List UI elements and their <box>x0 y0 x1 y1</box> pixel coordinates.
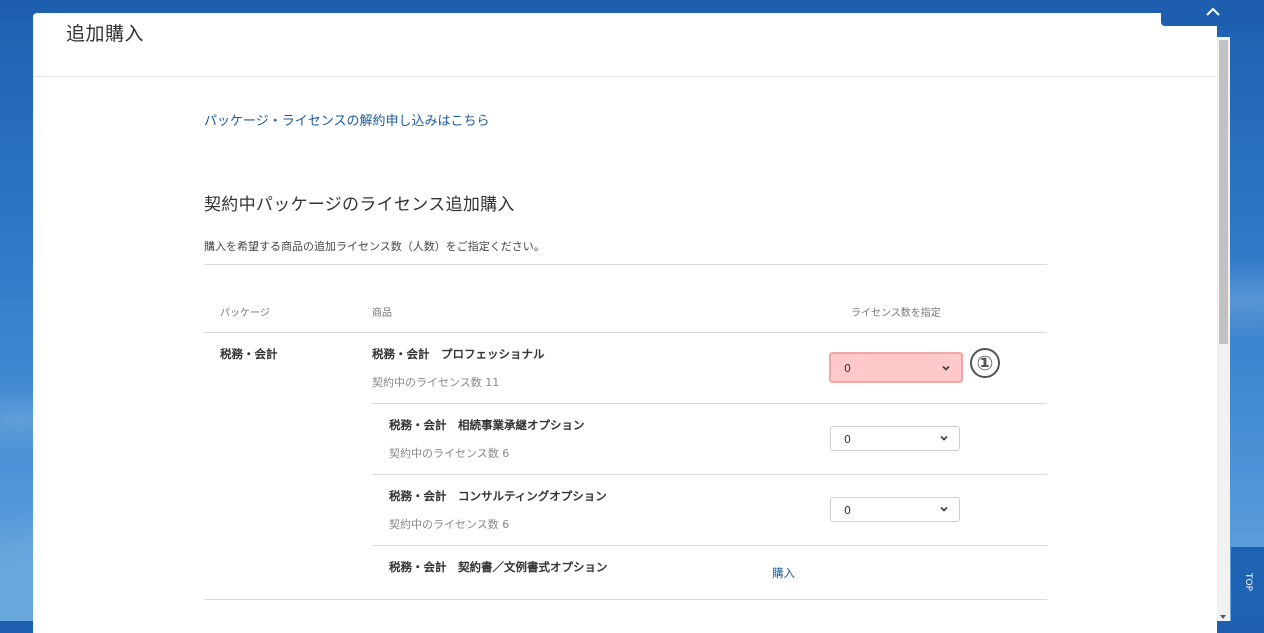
package-name: 税務・会計 <box>220 347 278 361</box>
scroll-down-arrow-icon[interactable] <box>1220 615 1226 619</box>
main-card: 追加購入 パッケージ・ライセンスの解約申し込みはこちら 契約中パッケージのライセ… <box>33 13 1217 633</box>
page-title: 追加購入 <box>66 23 145 45</box>
cancel-license-link[interactable]: パッケージ・ライセンスの解約申し込みはこちら <box>204 110 489 129</box>
divider <box>372 474 1047 475</box>
back-to-top-label: TOP <box>1243 572 1254 592</box>
chevron-down-icon <box>940 506 948 512</box>
product-name: 税務・会計 コンサルティングオプション <box>389 489 607 503</box>
contracted-license-count: 契約中のライセンス数 6 <box>389 447 510 460</box>
header-license: ライセンス数を指定 <box>851 308 941 319</box>
divider <box>204 332 1047 333</box>
vertical-scrollbar[interactable] <box>1217 37 1230 621</box>
chevron-down-icon <box>942 365 950 371</box>
section-description: 購入を希望する商品の追加ライセンス数（人数）をご指定ください。 <box>204 240 545 253</box>
license-count-select[interactable]: 0 <box>829 352 963 383</box>
chevron-up-icon <box>1206 7 1220 16</box>
contracted-license-count: 契約中のライセンス数 6 <box>389 518 510 531</box>
product-name: 税務・会計 プロフェッショナル <box>372 347 545 361</box>
select-value: 0 <box>844 433 851 446</box>
divider <box>372 545 1047 546</box>
select-value: 0 <box>844 362 851 375</box>
chevron-down-icon <box>940 435 948 441</box>
header-product: 商品 <box>372 308 392 319</box>
select-value: 0 <box>844 504 851 517</box>
scrollbar-thumb[interactable] <box>1219 40 1228 344</box>
contracted-license-count: 契約中のライセンス数 11 <box>372 376 500 389</box>
back-to-top-button[interactable]: TOP <box>1231 547 1264 621</box>
divider <box>204 264 1047 265</box>
product-name: 税務・会計 契約書／文例書式オプション <box>389 560 608 574</box>
license-count-select[interactable]: 0 <box>830 426 960 451</box>
divider <box>204 599 1047 600</box>
card-header: 追加購入 <box>33 13 1217 77</box>
scroll-top-tab[interactable] <box>1161 0 1264 26</box>
divider <box>372 403 1047 404</box>
buy-link[interactable]: 購入 <box>772 565 795 581</box>
header-package: パッケージ <box>220 308 270 319</box>
license-count-select[interactable]: 0 <box>830 497 960 522</box>
product-name: 税務・会計 相続事業承継オプション <box>389 418 585 432</box>
annotation-marker: ① <box>970 348 1000 378</box>
section-title: 契約中パッケージのライセンス追加購入 <box>204 195 515 215</box>
